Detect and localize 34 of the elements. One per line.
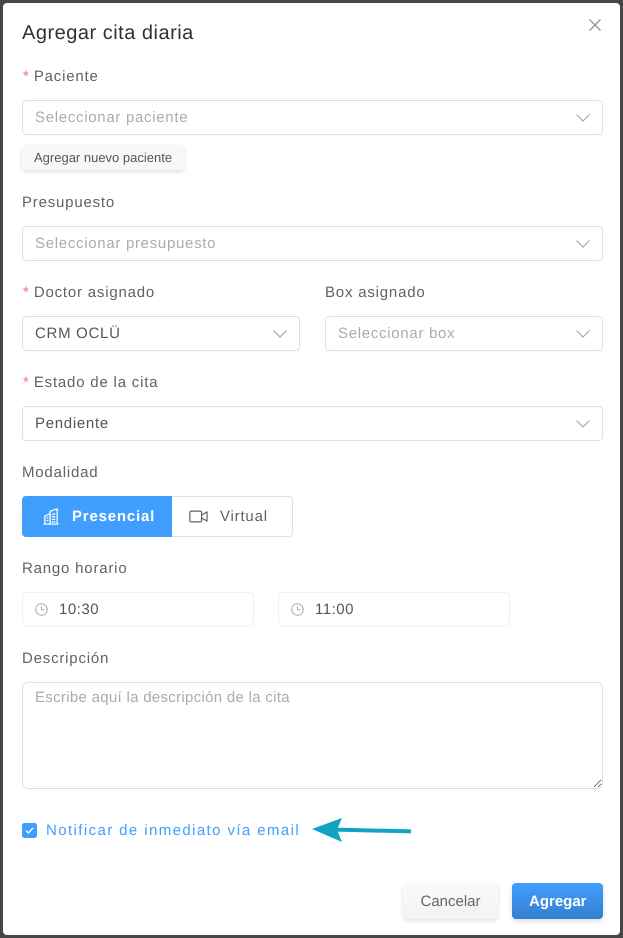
select-field[interactable]: Seleccionar presupuesto xyxy=(22,226,603,261)
required-mark: * xyxy=(23,67,29,87)
mode-option[interactable]: Virtual xyxy=(172,496,293,537)
building-icon xyxy=(42,508,60,525)
field-label: Paciente xyxy=(34,67,99,87)
field-label: Estado de la cita xyxy=(34,373,158,393)
dialog-title: Agregar cita diaria xyxy=(22,21,194,45)
chevron-down-icon xyxy=(576,420,590,428)
close-icon[interactable] xyxy=(589,19,601,31)
field-label: Modalidad xyxy=(22,463,98,483)
description-field[interactable]: Escribe aquí la descripción de la cita xyxy=(22,682,603,789)
select-field[interactable]: CRM OCLÜ xyxy=(22,316,300,351)
add-patient-button[interactable]: Agregar nuevo paciente xyxy=(22,145,184,170)
chevron-down-icon xyxy=(576,240,590,248)
select-field[interactable]: Seleccionar paciente xyxy=(22,100,603,135)
time-field[interactable]: 11:00 xyxy=(278,592,510,627)
required-mark: * xyxy=(23,373,29,393)
field-label: Rango horario xyxy=(22,559,128,579)
select-field[interactable]: Pendiente xyxy=(22,406,603,441)
checkbox[interactable] xyxy=(22,822,37,838)
field-label: Doctor asignado xyxy=(34,283,156,303)
time-field[interactable]: 10:30 xyxy=(22,592,254,627)
clock-icon xyxy=(291,603,304,616)
required-mark: * xyxy=(23,283,29,303)
field-label: Descripción xyxy=(22,649,110,669)
clock-icon xyxy=(35,603,48,616)
chevron-down-icon xyxy=(576,114,590,122)
field-label: Presupuesto xyxy=(22,193,116,213)
field-label: Box asignado xyxy=(325,283,426,303)
video-camera-icon xyxy=(189,510,208,523)
cancel-button[interactable]: Cancelar xyxy=(403,883,498,919)
chevron-down-icon xyxy=(576,330,590,338)
chevron-down-icon xyxy=(273,330,287,338)
select-field[interactable]: Seleccionar box xyxy=(325,316,603,351)
